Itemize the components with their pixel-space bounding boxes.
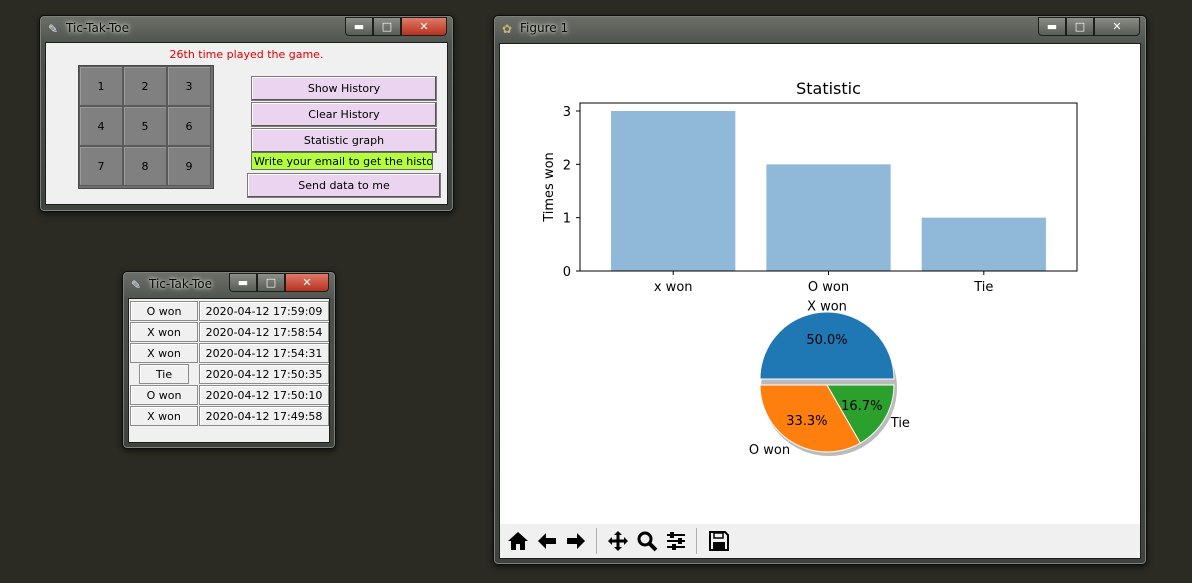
maximize-icon: □ [381,20,393,33]
close-button[interactable]: ✕ [285,273,329,292]
status-text: 26th time played the game. [169,48,324,61]
history-result-button[interactable]: O won [130,385,198,405]
save-button[interactable] [706,528,732,554]
chart-title: Statistic [796,79,861,98]
pie-label: O won [749,443,790,458]
configure-button[interactable] [663,528,689,554]
maximize-button[interactable]: □ [257,273,285,292]
figure-svg: Statistic x won O won Tie 0 1 2 3 Times won 50.0%… [542,79,1078,458]
minimize-icon: ▬ [1046,20,1058,33]
clear-history-button[interactable]: Clear History [251,102,437,127]
matplotlib-icon: ✿ [502,22,513,36]
board-cell-9[interactable]: 9 [167,146,211,186]
history-time[interactable]: 2020-04-12 17:50:10 [199,385,329,405]
pan-icon [608,531,628,551]
minimize-button[interactable]: ▬ [345,17,373,36]
window-title: Tic-Tak-Toe [66,21,130,35]
figure-window: ✿ Figure 1 ▬ □ ✕ Statistic x won O won Tie 0… [493,15,1147,565]
bar-tie [921,217,1046,271]
x-tick-label: x won [654,280,693,295]
bar-o-won [766,164,891,271]
y-tick-label: 1 [563,212,571,227]
history-list: O won 2020-04-12 17:59:09 X won 2020-04-… [128,298,330,443]
title-bar[interactable]: ✿ Figure 1 ▬ □ ✕ [494,16,1146,42]
y-tick-label: 3 [563,105,571,120]
maximize-icon: □ [1074,20,1086,33]
history-window: ✎ Tic-Tak-Toe ▬ □ ✕ O won 2020-04-12 17:… [122,271,336,449]
navigation-toolbar [500,524,1140,558]
maximize-button[interactable]: □ [373,17,401,36]
board: 1 2 3 4 5 6 7 8 9 [78,65,214,189]
game-window: ✎ Tic-Tak-Toe ▬ □ ✕ 26th time played the… [39,15,454,212]
pie-pct-label: 33.3% [786,414,827,429]
close-icon: ✕ [1112,20,1122,33]
history-time[interactable]: 2020-04-12 17:54:31 [199,343,329,363]
board-cell-8[interactable]: 8 [123,146,167,186]
save-icon [709,531,729,551]
history-result-button[interactable]: X won [130,406,198,426]
statistic-graph-button[interactable]: Statistic graph [251,128,437,153]
history-result-button[interactable]: X won [130,322,198,342]
toolbar-separator [596,528,597,554]
pie-label: X won [807,299,847,314]
y-tick-label: 2 [563,158,571,173]
email-input[interactable]: Write your email to get the history [251,152,433,170]
board-cell-5[interactable]: 5 [123,106,167,146]
window-title: Tic-Tak-Toe [149,277,213,291]
window-title: Figure 1 [520,21,569,35]
title-bar[interactable]: ✎ Tic-Tak-Toe ▬ □ ✕ [123,272,335,298]
pan-button[interactable] [605,528,631,554]
minimize-icon: ▬ [237,276,249,289]
close-button[interactable]: ✕ [401,17,447,36]
close-button[interactable]: ✕ [1094,17,1140,36]
game-panel: 26th time played the game. 1 2 3 4 5 6 7… [45,42,448,205]
history-time[interactable]: 2020-04-12 17:50:35 [199,364,329,384]
back-icon [538,533,556,549]
history-result-button[interactable]: X won [130,343,198,363]
show-history-button[interactable]: Show History [251,76,437,101]
figure-canvas: Statistic x won O won Tie 0 1 2 3 Times won 50.0%… [499,43,1141,559]
pie-label: Tie [890,416,910,431]
board-cell-7[interactable]: 7 [79,146,123,186]
toolbar-separator [696,528,697,554]
y-axis-label: Times won [542,152,557,223]
minimize-button[interactable]: ▬ [1038,17,1066,36]
bar-x-won [611,111,736,271]
forward-button[interactable] [563,528,589,554]
pie-pct-label: 16.7% [841,399,882,414]
x-tick-label: Tie [973,280,993,295]
close-icon: ✕ [302,276,312,289]
history-result-button[interactable]: Tie [139,364,189,384]
history-result-button[interactable]: O won [130,301,198,321]
send-data-button[interactable]: Send data to me [247,173,441,198]
feather-icon: ✎ [131,278,142,292]
close-icon: ✕ [419,20,429,33]
pie-pct-label: 50.0% [806,333,847,348]
history-time[interactable]: 2020-04-12 17:58:54 [199,322,329,342]
forward-icon [567,533,585,549]
y-tick-label: 0 [563,265,571,280]
minimize-icon: ▬ [353,20,365,33]
home-button[interactable] [505,528,531,554]
zoom-icon [637,531,658,552]
feather-icon: ✎ [48,22,59,36]
board-cell-4[interactable]: 4 [79,106,123,146]
board-cell-1[interactable]: 1 [79,66,123,106]
history-time[interactable]: 2020-04-12 17:59:09 [199,301,329,321]
title-bar[interactable]: ✎ Tic-Tak-Toe ▬ □ ✕ [40,16,453,42]
board-cell-6[interactable]: 6 [167,106,211,146]
minimize-button[interactable]: ▬ [229,273,257,292]
maximize-button[interactable]: □ [1066,17,1094,36]
x-tick-label: O won [808,280,849,295]
zoom-button[interactable] [634,528,660,554]
history-time[interactable]: 2020-04-12 17:49:58 [199,406,329,426]
board-cell-3[interactable]: 3 [167,66,211,106]
board-cell-2[interactable]: 2 [123,66,167,106]
maximize-icon: □ [265,276,277,289]
home-icon [508,532,528,550]
configure-icon [667,532,685,550]
back-button[interactable] [534,528,560,554]
